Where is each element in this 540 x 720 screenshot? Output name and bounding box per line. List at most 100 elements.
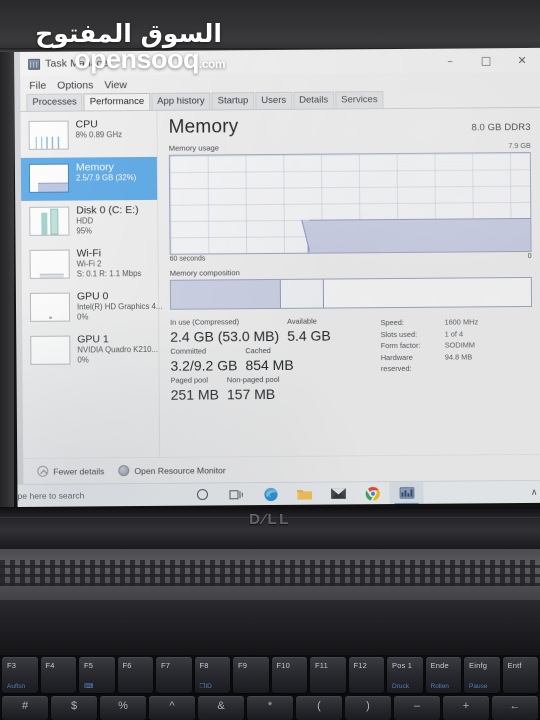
tab-details[interactable]: Details bbox=[293, 91, 335, 109]
composition-in-use-segment bbox=[170, 279, 281, 309]
key-f12[interactable]: F12 bbox=[348, 657, 384, 693]
key-f9[interactable]: F9 bbox=[233, 657, 269, 693]
key-f7[interactable]: F7 bbox=[156, 657, 192, 693]
sidebar-item-sub2: 0% bbox=[77, 311, 89, 322]
sidebar-item-sub2: 0% bbox=[77, 354, 89, 365]
stat-row-3: Paged pool 251 MB Non-paged pool 157 MB bbox=[171, 374, 378, 405]
stat-in-use: In use (Compressed) 2.4 GB (53.0 MB) bbox=[170, 317, 287, 347]
stat-caption: Cached bbox=[245, 345, 271, 356]
key-pos1[interactable]: Pos 1 Druck bbox=[387, 657, 423, 693]
watermark-english-text: opensooq.com bbox=[74, 44, 226, 78]
key-einfg[interactable]: Einfg Pause bbox=[464, 657, 500, 693]
key-ende[interactable]: Ende Rollen bbox=[425, 657, 461, 693]
key-paren-open[interactable]: ( bbox=[296, 696, 342, 720]
sidebar-item-label: CPU bbox=[75, 118, 98, 131]
key-percent[interactable]: % bbox=[100, 696, 146, 720]
chrome-icon[interactable] bbox=[355, 482, 389, 505]
sidebar-item-gpu-1[interactable]: GPU 1 NVIDIA Quadro K210... 0% bbox=[22, 329, 158, 373]
key-plus[interactable]: + bbox=[443, 696, 489, 720]
sidebar-item-wifi[interactable]: Wi-Fi Wi-Fi 2 S: 0.1 R: 1.1 Mbps bbox=[22, 243, 158, 287]
detail-key: Slots used: bbox=[380, 329, 418, 339]
key-asterisk[interactable]: * bbox=[247, 696, 293, 720]
mail-icon[interactable] bbox=[321, 482, 355, 505]
task-manager-taskbar-icon[interactable] bbox=[389, 481, 424, 505]
stat-value: 251 MB bbox=[170, 386, 220, 403]
laptop-upper-deck bbox=[0, 600, 540, 655]
open-resource-monitor-button[interactable]: Open Resource Monitor bbox=[118, 464, 226, 477]
stat-caption: Available bbox=[287, 316, 317, 326]
memory-composition-bar[interactable] bbox=[169, 276, 533, 310]
menu-item-view[interactable]: View bbox=[104, 79, 127, 91]
fewer-details-button[interactable]: Fewer details bbox=[37, 465, 104, 477]
tab-users[interactable]: Users bbox=[255, 91, 293, 110]
tray-chevron-up-icon[interactable]: ∧ bbox=[531, 486, 538, 497]
usage-graph-header: Memory usage 7.9 GB bbox=[169, 141, 531, 153]
stat-value: 854 MB bbox=[245, 356, 294, 374]
gpu0-thumbnail-graph bbox=[29, 292, 71, 322]
tab-app-history[interactable]: App history bbox=[151, 92, 211, 110]
tab-startup[interactable]: Startup bbox=[211, 92, 255, 110]
laptop-screen: Task Manager – □ ✕ File Options View Pro… bbox=[14, 47, 540, 507]
sidebar-item-sub1: 2.5/7.9 GB (32%) bbox=[75, 173, 137, 183]
sidebar-item-sub1: Intel(R) HD Graphics 4... bbox=[76, 301, 163, 312]
key-paren-close[interactable]: ) bbox=[345, 696, 391, 720]
taskbar-icons bbox=[185, 481, 424, 506]
detail-hardware-reserved: Hardware reserved: 94.8 MB bbox=[381, 350, 533, 374]
stat-caption: Paged pool bbox=[170, 375, 209, 385]
detail-value: SODIMM bbox=[444, 340, 476, 350]
menu-item-file[interactable]: File bbox=[29, 79, 46, 91]
stat-non-paged-pool: Non-paged pool 157 MB bbox=[227, 375, 288, 404]
key-entf[interactable]: Entf bbox=[502, 657, 538, 693]
sidebar-item-gpu-0[interactable]: GPU 0 Intel(R) HD Graphics 4... 0% bbox=[22, 286, 163, 330]
memory-spec: 8.0 GB DDR3 bbox=[471, 121, 531, 134]
search-input[interactable]: pe here to search bbox=[17, 490, 185, 501]
sidebar-item-label: Wi-Fi bbox=[76, 247, 102, 260]
stat-available: Available 5.4 GB bbox=[287, 316, 339, 345]
laptop-keyboard: F3 Auflsn F4 F5 ⌨ F6 F7 F8 ❐ID F9 F10 F11 F… bbox=[0, 655, 540, 720]
key-f3[interactable]: F3 Auflsn bbox=[2, 657, 38, 693]
key-f4[interactable]: F4 bbox=[40, 657, 76, 693]
file-explorer-icon[interactable] bbox=[287, 482, 321, 505]
sidebar-item-disk-0[interactable]: Disk 0 (C: E:) HDD 95% bbox=[21, 200, 157, 244]
key-ampersand[interactable]: & bbox=[198, 696, 244, 720]
keyboard-number-row: # $ % ^ & * ( ) – + ← bbox=[0, 696, 540, 720]
resource-monitor-icon bbox=[118, 465, 130, 477]
tab-performance[interactable]: Performance bbox=[83, 92, 151, 111]
sidebar-item-cpu[interactable]: CPU 8% 0.89 GHz bbox=[20, 114, 156, 158]
sidebar-item-memory[interactable]: Memory 2.5/7.9 GB (32%) bbox=[20, 156, 158, 201]
key-caret[interactable]: ^ bbox=[149, 696, 195, 720]
minimize-button[interactable]: – bbox=[432, 48, 468, 72]
graph-axis-right: 0 bbox=[527, 252, 532, 260]
stat-caption: Committed bbox=[170, 346, 207, 356]
key-backspace[interactable]: ← bbox=[492, 696, 538, 720]
stat-cached: Cached 854 MB bbox=[245, 346, 301, 375]
key-f11[interactable]: F11 bbox=[310, 657, 346, 693]
stat-value: 5.4 GB bbox=[287, 327, 331, 344]
key-f10[interactable]: F10 bbox=[271, 657, 307, 693]
edge-icon[interactable] bbox=[253, 482, 287, 505]
key-hash[interactable]: # bbox=[2, 696, 48, 720]
key-minus[interactable]: – bbox=[394, 696, 440, 720]
cortana-icon[interactable] bbox=[185, 483, 219, 506]
memory-thumbnail-graph bbox=[28, 163, 70, 193]
page-title: Memory bbox=[168, 116, 239, 138]
sidebar-item-sub2: S: 0.1 R: 1.1 Mbps bbox=[76, 268, 142, 279]
tab-processes[interactable]: Processes bbox=[26, 93, 83, 111]
menu-item-options[interactable]: Options bbox=[57, 79, 93, 91]
key-f6[interactable]: F6 bbox=[117, 657, 153, 693]
sidebar-item-label: GPU 0 bbox=[76, 290, 109, 303]
stat-row-1: In use (Compressed) 2.4 GB (53.0 MB) Ava… bbox=[170, 316, 377, 347]
task-view-icon[interactable] bbox=[219, 483, 253, 506]
composition-modified-segment bbox=[280, 279, 325, 308]
window-controls: – □ ✕ bbox=[432, 48, 540, 73]
system-tray: ∧ bbox=[531, 486, 538, 497]
key-dollar[interactable]: $ bbox=[51, 696, 97, 720]
close-button[interactable]: ✕ bbox=[504, 48, 540, 72]
laptop-left-bezel bbox=[0, 52, 14, 507]
watermark-brand: opensooq bbox=[74, 44, 200, 74]
key-f8[interactable]: F8 ❐ID bbox=[194, 657, 230, 693]
maximize-button[interactable]: □ bbox=[468, 48, 504, 72]
key-f5[interactable]: F5 ⌨ bbox=[79, 657, 115, 693]
stat-committed: Committed 3.2/9.2 GB bbox=[170, 346, 245, 376]
tab-services[interactable]: Services bbox=[335, 91, 384, 109]
